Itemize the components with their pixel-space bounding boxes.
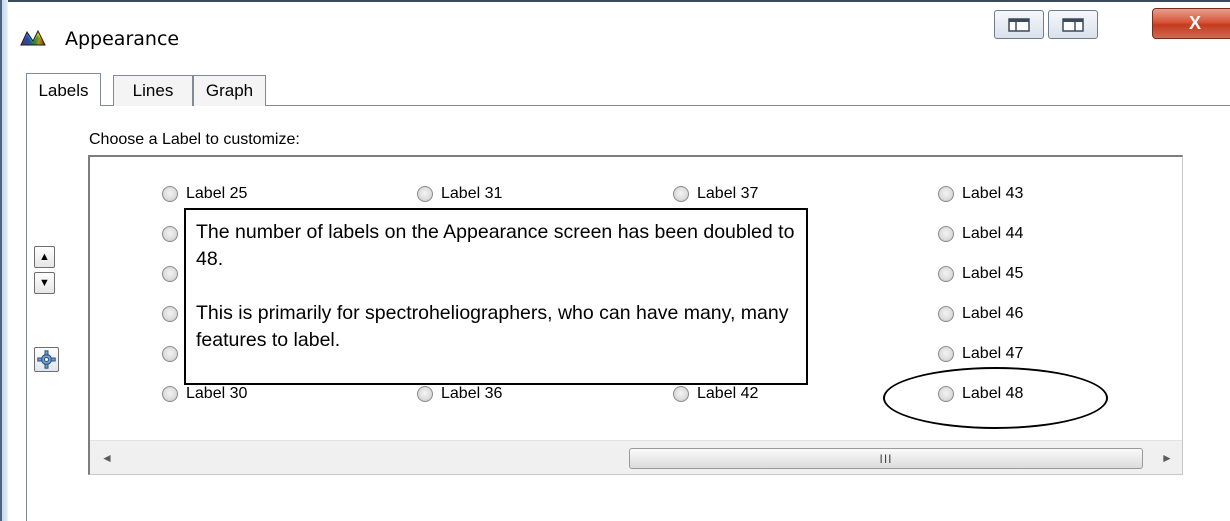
- option-label: Label 44: [962, 225, 1024, 242]
- option-label: Label 48: [962, 385, 1024, 402]
- radio-button[interactable]: [938, 186, 954, 202]
- label-option-37[interactable]: Label 37: [673, 183, 758, 205]
- option-label: Label 31: [441, 185, 503, 202]
- radio-button[interactable]: [417, 386, 433, 402]
- label-option-47[interactable]: Label 47: [938, 343, 1023, 365]
- option-label: Label 37: [697, 185, 759, 202]
- restore-right-button[interactable]: [1048, 10, 1098, 39]
- move-up-button[interactable]: ▲: [34, 246, 55, 268]
- callout-paragraph: This is primarily for spectroheliographe…: [196, 302, 789, 351]
- window-layout-icon: [1008, 17, 1030, 32]
- scroll-left-icon[interactable]: ◄: [100, 450, 114, 466]
- radio-button[interactable]: [938, 266, 954, 282]
- option-label: Label 30: [186, 385, 248, 402]
- close-icon: X: [1188, 13, 1201, 33]
- gear-icon: [37, 350, 56, 369]
- tab-label: Graph: [205, 81, 254, 100]
- option-label: Label 25: [186, 185, 248, 202]
- label-option-28[interactable]: [162, 303, 186, 325]
- label-option-31[interactable]: Label 31: [417, 183, 502, 205]
- radio-button[interactable]: [162, 386, 178, 402]
- arrow-down-icon: ▼: [39, 277, 50, 289]
- radio-button[interactable]: [673, 186, 689, 202]
- radio-button[interactable]: [162, 226, 178, 242]
- option-label: Label 43: [962, 185, 1024, 202]
- option-label: Label 36: [441, 385, 503, 402]
- option-label: Label 45: [962, 265, 1024, 282]
- scroll-thumb[interactable]: III: [629, 448, 1143, 469]
- radio-button[interactable]: [162, 186, 178, 202]
- tab-labels[interactable]: Labels: [26, 73, 101, 106]
- label-option-42[interactable]: Label 42: [673, 383, 758, 405]
- tab-label: Labels: [38, 81, 89, 100]
- app-spectrum-icon: [20, 29, 46, 46]
- radio-button[interactable]: [938, 226, 954, 242]
- window-left-border: [0, 0, 8, 521]
- radio-button[interactable]: [162, 266, 178, 282]
- annotation-callout: The number of labels on the Appearance s…: [184, 208, 808, 385]
- arrow-up-icon: ▲: [39, 251, 50, 263]
- label-option-48[interactable]: Label 48: [938, 383, 1023, 405]
- window-layout-icon: [1062, 17, 1084, 32]
- option-label: Label 47: [962, 345, 1024, 362]
- scroll-right-icon[interactable]: ►: [1160, 450, 1174, 466]
- label-option-44[interactable]: Label 44: [938, 223, 1023, 245]
- close-button[interactable]: X: [1152, 8, 1230, 39]
- radio-button[interactable]: [938, 346, 954, 362]
- radio-button[interactable]: [938, 386, 954, 402]
- radio-button[interactable]: [938, 306, 954, 322]
- option-label: Label 46: [962, 305, 1024, 322]
- label-option-30[interactable]: Label 30: [162, 383, 247, 405]
- settings-button[interactable]: [34, 347, 59, 372]
- label-option-45[interactable]: Label 45: [938, 263, 1023, 285]
- choose-label-prompt: Choose a Label to customize:: [89, 131, 300, 148]
- callout-paragraph: The number of labels on the Appearance s…: [196, 221, 795, 270]
- tab-graph[interactable]: Graph: [193, 75, 266, 106]
- tab-lines[interactable]: Lines: [113, 75, 193, 106]
- radio-button[interactable]: [162, 346, 178, 362]
- label-option-26[interactable]: [162, 223, 186, 245]
- label-option-27[interactable]: [162, 263, 186, 285]
- horizontal-scrollbar[interactable]: ◄ III ►: [90, 440, 1182, 474]
- title-bar[interactable]: Appearance X: [8, 2, 1230, 70]
- radio-button[interactable]: [673, 386, 689, 402]
- radio-button[interactable]: [417, 186, 433, 202]
- appearance-window: Appearance X Labels Lines Graph Choose a…: [0, 0, 1230, 521]
- tab-label: Lines: [132, 81, 174, 100]
- window-title: Appearance: [65, 28, 180, 50]
- restore-left-button[interactable]: [994, 10, 1044, 39]
- move-down-button[interactable]: ▼: [34, 272, 55, 294]
- grip-icon: III: [879, 451, 893, 466]
- panel-border: [26, 105, 27, 521]
- label-option-36[interactable]: Label 36: [417, 383, 502, 405]
- option-label: Label 42: [697, 385, 759, 402]
- label-option-43[interactable]: Label 43: [938, 183, 1023, 205]
- label-option-25[interactable]: Label 25: [162, 183, 247, 205]
- label-option-46[interactable]: Label 46: [938, 303, 1023, 325]
- radio-button[interactable]: [162, 306, 178, 322]
- label-option-29[interactable]: [162, 343, 186, 365]
